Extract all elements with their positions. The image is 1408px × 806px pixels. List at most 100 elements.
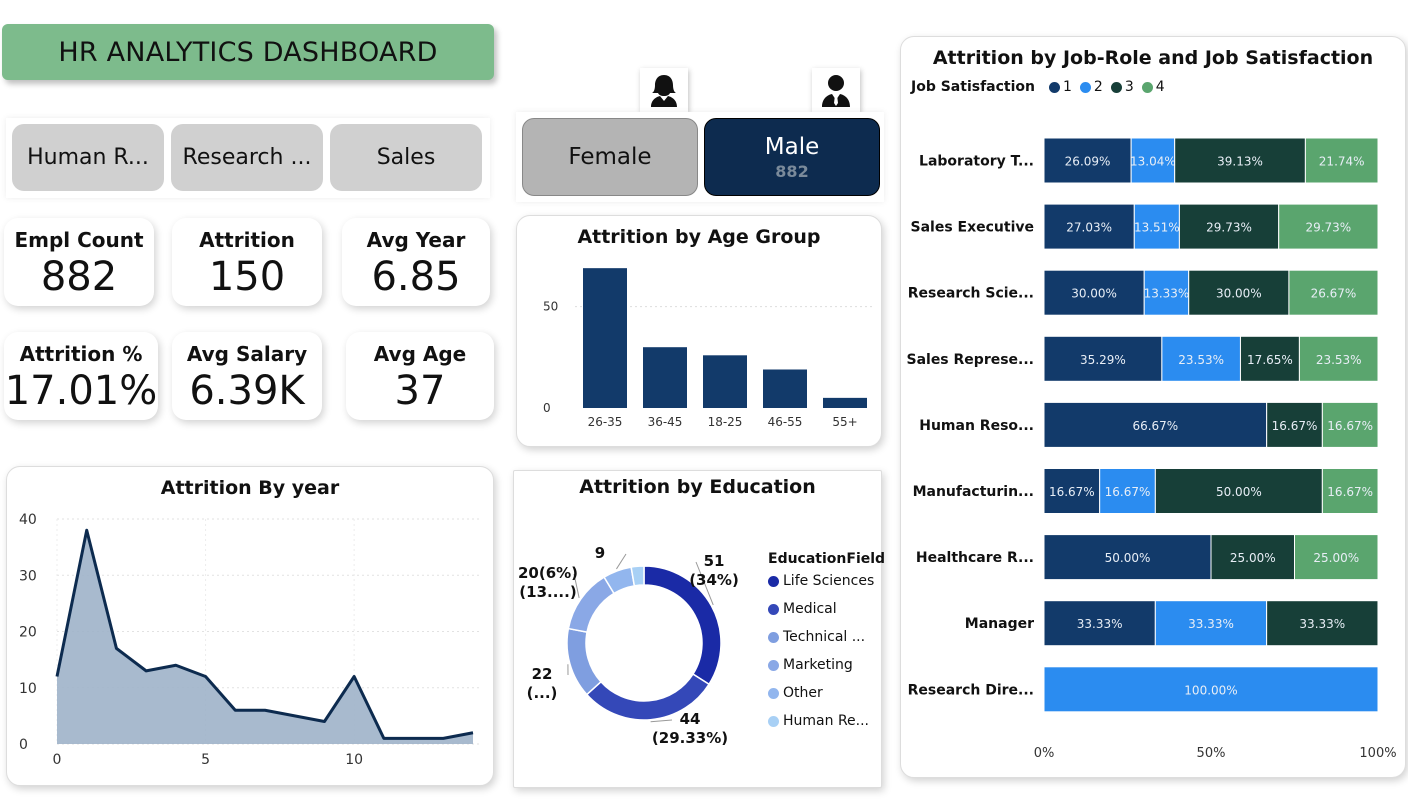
x-tick-label: 10 (345, 752, 363, 768)
y-tick-label: 30 (19, 568, 37, 584)
data-label: (13....) (519, 583, 576, 601)
kpi-attrition-percent: Attrition % 17.01% (4, 332, 158, 420)
data-label: 25.00% (1313, 551, 1359, 565)
jobrole-chart-card: Attrition by Job-Role and Job Satisfacti… (900, 36, 1406, 778)
data-label: 13.51% (1134, 221, 1180, 235)
kpi-avg-age: Avg Age 37 (346, 332, 494, 420)
data-label: 23.53% (1178, 353, 1224, 367)
gender-slicer: Female Male 882 (516, 112, 884, 202)
bar (643, 347, 687, 408)
slicer-sales[interactable]: Sales (330, 124, 482, 191)
y-tick-label: 50 (543, 300, 558, 314)
gender-male-count: 882 (775, 161, 809, 181)
data-label: 16.67% (1272, 419, 1318, 433)
data-label: 27.03% (1066, 221, 1112, 235)
education-legend: EducationField Life Sciences Medical Techn… (768, 551, 885, 735)
slicer-human-resources[interactable]: Human R... (12, 124, 164, 191)
legend-item[interactable]: Marketing (768, 651, 880, 679)
data-label: 13.04% (1130, 155, 1176, 169)
category-label: Manager (965, 616, 1034, 632)
kpi-label: Attrition % (19, 342, 143, 366)
data-label: 33.33% (1077, 617, 1123, 631)
kpi-value: 882 (40, 254, 118, 300)
y-tick-label: 0 (19, 737, 28, 753)
data-label: 25.00% (1230, 551, 1276, 565)
x-tick-label: 55+ (832, 415, 857, 429)
data-label: 16.67% (1105, 485, 1151, 499)
kpi-value: 37 (394, 368, 446, 414)
legend-swatch (768, 715, 779, 727)
data-label: 29.73% (1206, 221, 1252, 235)
data-label: 20(6%) (518, 564, 578, 582)
x-tick-label: 36-45 (648, 415, 683, 429)
kpi-label: Avg Year (366, 228, 466, 252)
legend-item[interactable]: Life Sciences (768, 567, 880, 595)
donut-slice (566, 627, 602, 696)
kpi-label: Avg Salary (186, 342, 308, 366)
kpi-value: 6.85 (371, 254, 461, 300)
kpi-value: 150 (208, 254, 286, 300)
x-tick-label: 18-25 (708, 415, 743, 429)
kpi-label: Avg Age (373, 342, 467, 366)
kpi-avg-salary: Avg Salary 6.39K (172, 332, 322, 420)
kpi-label: Empl Count (14, 228, 144, 252)
data-label: 50.00% (1216, 485, 1262, 499)
age-group-chart-card: Attrition by Age Group 0 50 26-35 36-45 18-2… (516, 215, 882, 447)
x-tick-label: 0% (1034, 746, 1055, 761)
x-tick-label: 0 (53, 752, 62, 768)
kpi-value: 17.01% (4, 368, 158, 414)
data-label: 22 (532, 665, 553, 683)
data-label: 23.53% (1316, 353, 1362, 367)
data-label: 39.13% (1217, 155, 1263, 169)
jobrole-stacked-bar-chart: Laboratory T... 26.09% 13.04% 39.13% 21.74% S… (906, 137, 1397, 761)
legend-item[interactable]: Human Re... (768, 707, 880, 735)
data-label: (...) (527, 684, 558, 702)
data-label: 100.00% (1184, 683, 1237, 697)
year-chart-card: Attrition By year 0 10 20 30 40 0 5 10 (6, 466, 494, 786)
x-tick-label: 26-35 (588, 415, 623, 429)
category-label: Manufacturin... (913, 484, 1034, 500)
data-label: 30.00% (1216, 287, 1262, 301)
bar (823, 397, 867, 408)
leader-line (616, 553, 627, 570)
data-label: 33.33% (1188, 617, 1234, 631)
legend-label: Marketing (783, 657, 853, 673)
category-label: Research Scie... (908, 286, 1034, 302)
y-tick-label: 0 (543, 401, 551, 415)
gender-female-button[interactable]: Female (522, 118, 698, 196)
data-label: (29.33%) (652, 729, 728, 747)
kpi-avg-year: Avg Year 6.85 (342, 218, 490, 306)
legend-items: Life Sciences Medical Technical ... Marketi… (768, 567, 880, 735)
dashboard-title: HR ANALYTICS DASHBOARD (2, 24, 494, 80)
year-area-chart: 0 10 20 30 40 0 5 10 (19, 512, 481, 768)
x-tick-label: 5 (201, 752, 210, 768)
data-label: (34%) (689, 571, 739, 589)
male-person-icon (812, 68, 860, 112)
data-label: 35.29% (1080, 353, 1126, 367)
legend-item[interactable]: Technical ... (768, 623, 880, 651)
gender-male-button[interactable]: Male 882 (704, 118, 880, 196)
data-label: 44 (680, 710, 701, 728)
category-label: Research Dire... (908, 682, 1034, 698)
legend-swatch (768, 575, 779, 587)
kpi-value: 6.39K (189, 368, 305, 414)
category-label: Laboratory T... (919, 154, 1034, 170)
data-label: 13.33% (1144, 287, 1190, 301)
data-label: 30.00% (1071, 287, 1117, 301)
gender-female-label: Female (568, 144, 652, 170)
data-label: 16.67% (1327, 485, 1373, 499)
y-tick-label: 40 (19, 512, 37, 528)
kpi-empl-count: Empl Count 882 (4, 218, 154, 306)
category-label: Human Reso... (919, 418, 1034, 434)
category-label: Healthcare R... (916, 550, 1034, 566)
legend-label: Other (783, 685, 823, 701)
legend-item[interactable]: Medical (768, 595, 880, 623)
y-tick-label: 10 (19, 681, 37, 697)
data-label: 21.74% (1319, 155, 1365, 169)
slicer-research[interactable]: Research ... (171, 124, 323, 191)
legend-item[interactable]: Other (768, 679, 880, 707)
data-label: 66.67% (1132, 419, 1178, 433)
legend-label: Life Sciences (783, 573, 875, 589)
x-tick-label: 50% (1197, 746, 1226, 761)
donut-slice (630, 565, 645, 587)
